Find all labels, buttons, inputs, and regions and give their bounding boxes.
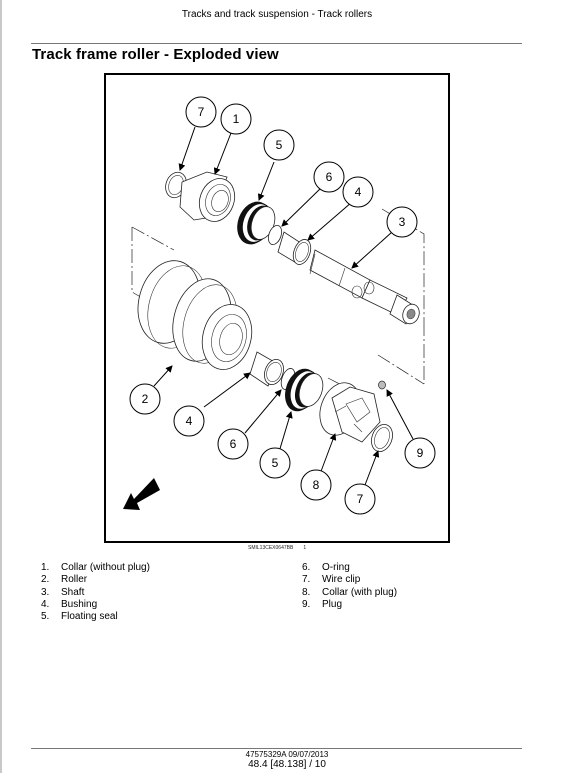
callout-4-lower: 4 xyxy=(173,405,205,437)
roller xyxy=(137,260,253,370)
footer-document-ref: 47575329A 09/07/2013 xyxy=(245,750,329,759)
page-title: Track frame roller - Exploded view xyxy=(32,46,279,63)
callout-7-lower: 7 xyxy=(344,483,376,515)
legend-text: Wire clip xyxy=(322,574,361,586)
legend-item: 6. O-ring xyxy=(302,562,397,574)
figure-code: SMIL13CEX0647BB xyxy=(248,545,294,551)
svg-text:5: 5 xyxy=(272,456,279,470)
legend-number: 6. xyxy=(302,562,311,573)
bushing-upper xyxy=(277,231,312,265)
callout-6-lower: 6 xyxy=(217,428,249,460)
legend-text: Roller xyxy=(61,574,88,586)
svg-text:3: 3 xyxy=(399,215,406,229)
legend-item: 3. Shaft xyxy=(41,587,150,599)
legend-item: 4. Bushing xyxy=(41,599,150,611)
svg-text:6: 6 xyxy=(230,437,237,451)
legend-item: 7. Wire clip xyxy=(302,574,397,586)
svg-text:4: 4 xyxy=(186,414,193,428)
legend-number: 3. xyxy=(41,586,50,598)
svg-text:1: 1 xyxy=(233,112,240,126)
legend-text: Shaft xyxy=(61,586,85,598)
legend-number: 1. xyxy=(41,562,50,573)
legend-number: 2. xyxy=(41,574,50,586)
footer-rule xyxy=(31,748,522,749)
callout-2: 2 xyxy=(129,383,161,415)
shaft xyxy=(309,249,420,325)
callout-6-upper: 6 xyxy=(313,161,345,193)
callout-1: 1 xyxy=(220,103,252,135)
svg-text:2: 2 xyxy=(142,392,149,406)
legend-number: 5. xyxy=(41,611,50,623)
page-edge xyxy=(0,0,2,773)
svg-text:7: 7 xyxy=(198,105,205,119)
legend-number: 8. xyxy=(302,586,311,598)
svg-text:8: 8 xyxy=(313,478,320,492)
collar-without-plug xyxy=(179,171,236,222)
legend-text: O-ring xyxy=(322,562,350,573)
legend-column-1: 1. Collar (without plug) 2. Roller 3. Shaft… xyxy=(41,562,150,623)
header-rule xyxy=(31,43,522,44)
legend-text: Collar (with plug) xyxy=(322,586,398,598)
callout-3: 3 xyxy=(386,206,418,238)
callout-5-lower: 5 xyxy=(259,447,291,479)
svg-text:5: 5 xyxy=(276,138,283,152)
callout-5-upper: 5 xyxy=(263,129,295,161)
legend-text: Collar (without plug) xyxy=(61,562,150,573)
exploded-view-diagram: 7 1 5 6 4 3 2 4 6 5 8 7 9 xyxy=(123,96,436,515)
legend-column-2: 6. O-ring 7. Wire clip 8. Collar (with plug… xyxy=(302,562,397,611)
legend-number: 7. xyxy=(302,574,311,586)
running-header: Tracks and track suspension - Track roll… xyxy=(181,9,373,20)
legend-item: 9. Plug xyxy=(302,599,397,611)
svg-text:9: 9 xyxy=(417,446,424,460)
legend-item: 8. Collar (with plug) xyxy=(302,587,397,599)
legend-text: Floating seal xyxy=(61,611,118,623)
legend-text: Bushing xyxy=(61,598,98,610)
legend-text: Plug xyxy=(322,598,343,610)
direction-arrow-icon xyxy=(123,478,160,510)
exploded-view-figure: 7 1 5 6 4 3 2 4 6 5 8 7 9 xyxy=(104,73,450,543)
callout-4-upper: 4 xyxy=(342,176,374,208)
legend-item: 5. Floating seal xyxy=(41,611,150,623)
legend-item: 1. Collar (without plug) xyxy=(41,562,150,574)
svg-text:4: 4 xyxy=(355,185,362,199)
figure-number: 1 xyxy=(303,545,307,551)
footer-page-ref: 48.4 [48.138] / 10 xyxy=(248,759,326,770)
callout-7-upper: 7 xyxy=(185,96,217,128)
legend-item: 2. Roller xyxy=(41,574,150,586)
svg-text:7: 7 xyxy=(357,492,364,506)
svg-text:6: 6 xyxy=(326,170,333,184)
legend-number: 9. xyxy=(302,598,311,610)
callout-9: 9 xyxy=(404,437,436,469)
figure-caption: SMIL13CEX0647BB 1 xyxy=(248,545,306,551)
callout-8: 8 xyxy=(300,469,332,501)
plug xyxy=(378,380,386,390)
legend-number: 4. xyxy=(41,598,50,610)
